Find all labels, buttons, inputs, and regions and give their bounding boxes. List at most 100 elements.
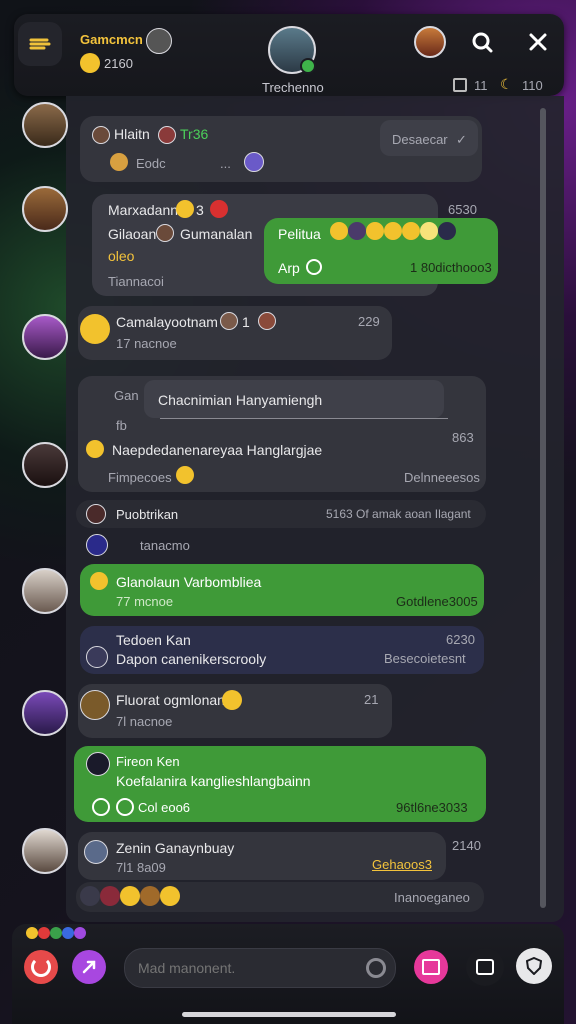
status-icon [306, 259, 322, 275]
divider [160, 418, 448, 419]
mini-avatar [220, 312, 238, 330]
emoji-icon [80, 314, 110, 344]
shield-icon [526, 957, 542, 975]
online-indicator [300, 58, 316, 74]
mini-avatar [84, 840, 108, 864]
members-icon [453, 78, 467, 92]
message-value: 21 [364, 692, 379, 707]
attach-button[interactable] [72, 950, 106, 984]
reply-chip-label: Desaecar [392, 132, 448, 147]
message-code: 1 80dicthooo3 [410, 260, 492, 275]
message-sender: Marxadann [108, 202, 179, 218]
mini-avatar [158, 126, 176, 144]
sender-avatar[interactable] [22, 690, 68, 736]
message-sub: Fimpecoes [108, 470, 172, 485]
scrollbar[interactable] [540, 108, 546, 908]
back-button[interactable] [18, 22, 62, 66]
reaction-row [80, 886, 180, 906]
menu-arrow-icon [29, 38, 51, 50]
sender-avatar[interactable] [22, 102, 68, 148]
sender-avatar[interactable] [22, 828, 68, 874]
status-emoji-icon [80, 53, 100, 73]
more-dots: ... [220, 156, 231, 171]
message-sub: 7l1 8a09 [116, 860, 166, 875]
message-sender: Puobtrikan [116, 507, 179, 522]
message-time: 863 [452, 430, 474, 445]
gallery-button[interactable] [414, 950, 448, 984]
close-button[interactable] [524, 28, 552, 56]
sticker-button[interactable] [24, 950, 58, 984]
message-right: 96tl6ne3033 [396, 800, 468, 815]
home-indicator[interactable] [182, 1012, 396, 1017]
message-text: Tiannacoi [108, 274, 164, 289]
members-count: 11 [474, 78, 488, 93]
sender-avatar[interactable] [22, 314, 68, 360]
message-time: 6230 [446, 632, 475, 647]
message-sub: Col eoo6 [138, 800, 191, 815]
emoji-icon [222, 690, 242, 710]
message-sender: Zenin Ganaynbuay [116, 840, 235, 856]
message-sub: 77 mcnoe [116, 594, 174, 609]
reaction-icon [110, 153, 128, 171]
link-icon [82, 960, 96, 974]
message-value: 229 [358, 314, 380, 329]
record-icon[interactable] [366, 958, 386, 978]
message-text: Koefalanira kanglieshlangbainn [116, 773, 311, 789]
message-text: oleo [108, 248, 135, 264]
message-badge: 1 [242, 314, 250, 330]
sender-avatar[interactable] [22, 442, 68, 488]
emoji-icon [90, 572, 108, 590]
mini-avatar [86, 504, 106, 524]
message-text: Dapon canenikerscrooly [116, 651, 267, 667]
message-right: Gotdlene3005 [396, 594, 478, 609]
message-tag: Tr36 [180, 126, 209, 142]
alert-icon [210, 200, 228, 218]
close-icon [529, 33, 547, 51]
sender-avatar[interactable] [22, 568, 68, 614]
message-sender: Camalayootnam [116, 314, 218, 330]
mini-avatar [86, 646, 108, 668]
message-time: 2140 [452, 838, 481, 853]
emoji-icon [176, 466, 194, 484]
check-icon: ✓ [456, 132, 467, 147]
message-badge: 3 [196, 202, 204, 218]
message-text: Naepdedanenareyaa Hanglargjae [112, 442, 323, 458]
emoji-icon [86, 440, 104, 458]
flame-icon: ☾ [500, 76, 513, 92]
message-sender: Fluorat ogmlonan [116, 692, 225, 708]
check-icon [116, 798, 134, 816]
mini-avatar [244, 152, 264, 172]
camera-icon [476, 959, 494, 975]
sender-avatar[interactable] [22, 186, 68, 232]
profile-avatar[interactable] [414, 26, 446, 58]
message-input[interactable] [136, 954, 360, 982]
message-right: Delnneeesos [404, 470, 480, 485]
message-sender: Pelitua [278, 226, 321, 242]
flame-count: 110 [522, 78, 543, 93]
check-icon [92, 798, 110, 816]
message-number: fb [116, 418, 127, 433]
gallery-icon [422, 959, 440, 975]
message-sub: 17 nacnoe [116, 336, 177, 351]
camera-button[interactable] [466, 948, 504, 986]
message-sender: Fireon Ken [116, 754, 180, 769]
mini-avatar [92, 126, 110, 144]
search-button[interactable] [468, 28, 496, 56]
emoji-row [330, 222, 456, 240]
quoted-text: Chacnimian Hanyamiengh [158, 392, 323, 408]
status-value: 2160 [104, 56, 133, 71]
message-prefix: Gan [114, 388, 139, 403]
emoji-icon [176, 200, 194, 218]
mini-avatar [156, 224, 174, 242]
shield-button[interactable] [516, 948, 552, 984]
message-right: Inanoeganeo [394, 890, 470, 905]
message-text: Gumanalan [180, 226, 253, 242]
mini-avatar [86, 534, 108, 556]
message-right: 5163 Of amak aoan Ilagant [326, 507, 471, 521]
sticker-icon [31, 957, 51, 977]
mini-avatar [86, 752, 110, 776]
user-avatar[interactable] [146, 28, 172, 54]
recent-emoji-row[interactable] [26, 924, 86, 942]
message-text: Arp [278, 260, 300, 276]
search-icon [472, 32, 493, 53]
